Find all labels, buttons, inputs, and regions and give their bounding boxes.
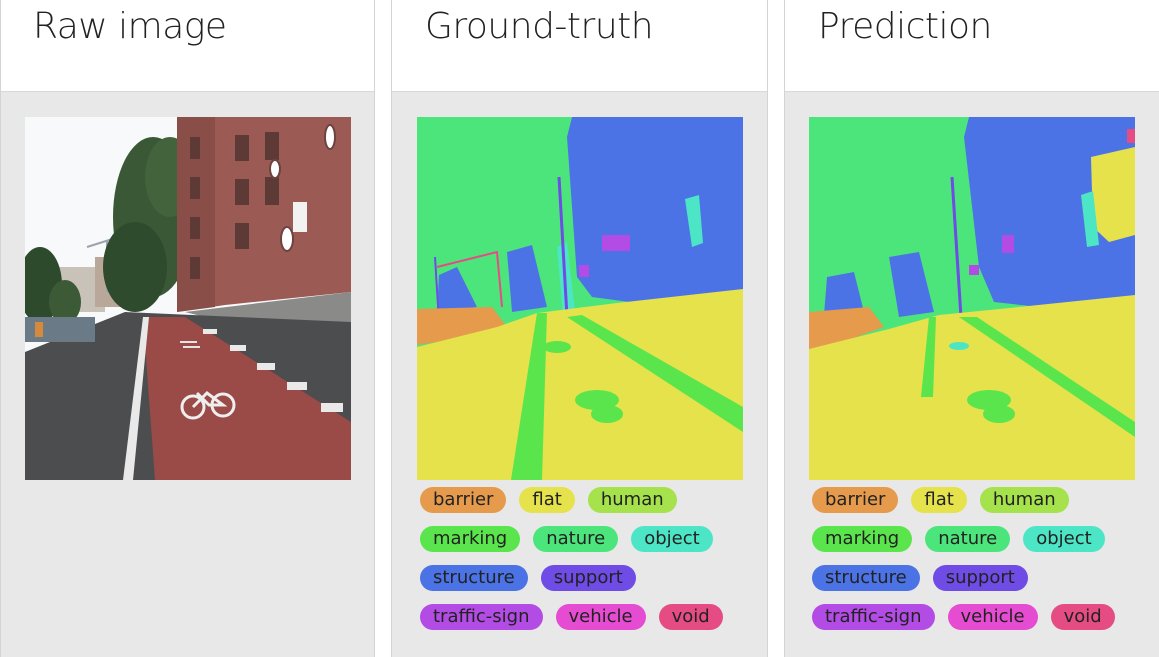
raw-image-title: Raw image <box>33 6 227 47</box>
prediction-header: Prediction <box>785 0 1159 92</box>
legend-barrier: barrier <box>420 487 507 513</box>
legend-human: human <box>979 487 1069 513</box>
raw-image-header: Raw image <box>1 0 374 92</box>
legend-traffic-sign: traffic-sign <box>812 604 935 630</box>
legend-barrier: barrier <box>812 487 899 513</box>
legend-object: object <box>631 526 713 552</box>
legend-nature: nature <box>925 526 1011 552</box>
legend-human: human <box>587 487 677 513</box>
legend-marking: marking <box>420 526 521 552</box>
ground-truth-segmentation-mask <box>417 117 743 480</box>
ground-truth-class-legend: barrier flat human marking nature object… <box>420 487 760 630</box>
legend-support: support <box>540 565 636 591</box>
ground-truth-header: Ground-truth <box>392 0 767 92</box>
ground-truth-panel: Ground-truth barrier flat human marking … <box>391 0 768 657</box>
legend-void: void <box>1050 604 1115 630</box>
legend-nature: nature <box>533 526 619 552</box>
legend-support: support <box>932 565 1028 591</box>
legend-vehicle: vehicle <box>555 604 646 630</box>
legend-object: object <box>1023 526 1105 552</box>
legend-structure: structure <box>812 565 920 591</box>
legend-flat: flat <box>911 487 967 513</box>
legend-marking: marking <box>812 526 913 552</box>
legend-void: void <box>658 604 723 630</box>
ground-truth-title: Ground-truth <box>425 6 654 47</box>
legend-vehicle: vehicle <box>947 604 1038 630</box>
legend-flat: flat <box>519 487 575 513</box>
prediction-class-legend: barrier flat human marking nature object… <box>812 487 1152 630</box>
prediction-title: Prediction <box>818 6 992 47</box>
legend-structure: structure <box>420 565 528 591</box>
prediction-segmentation-mask <box>809 117 1135 480</box>
raw-street-photo <box>25 117 351 480</box>
raw-image-panel: Raw image <box>0 0 375 657</box>
legend-traffic-sign: traffic-sign <box>420 604 543 630</box>
prediction-panel: Prediction barrier flat human marking na… <box>784 0 1159 657</box>
